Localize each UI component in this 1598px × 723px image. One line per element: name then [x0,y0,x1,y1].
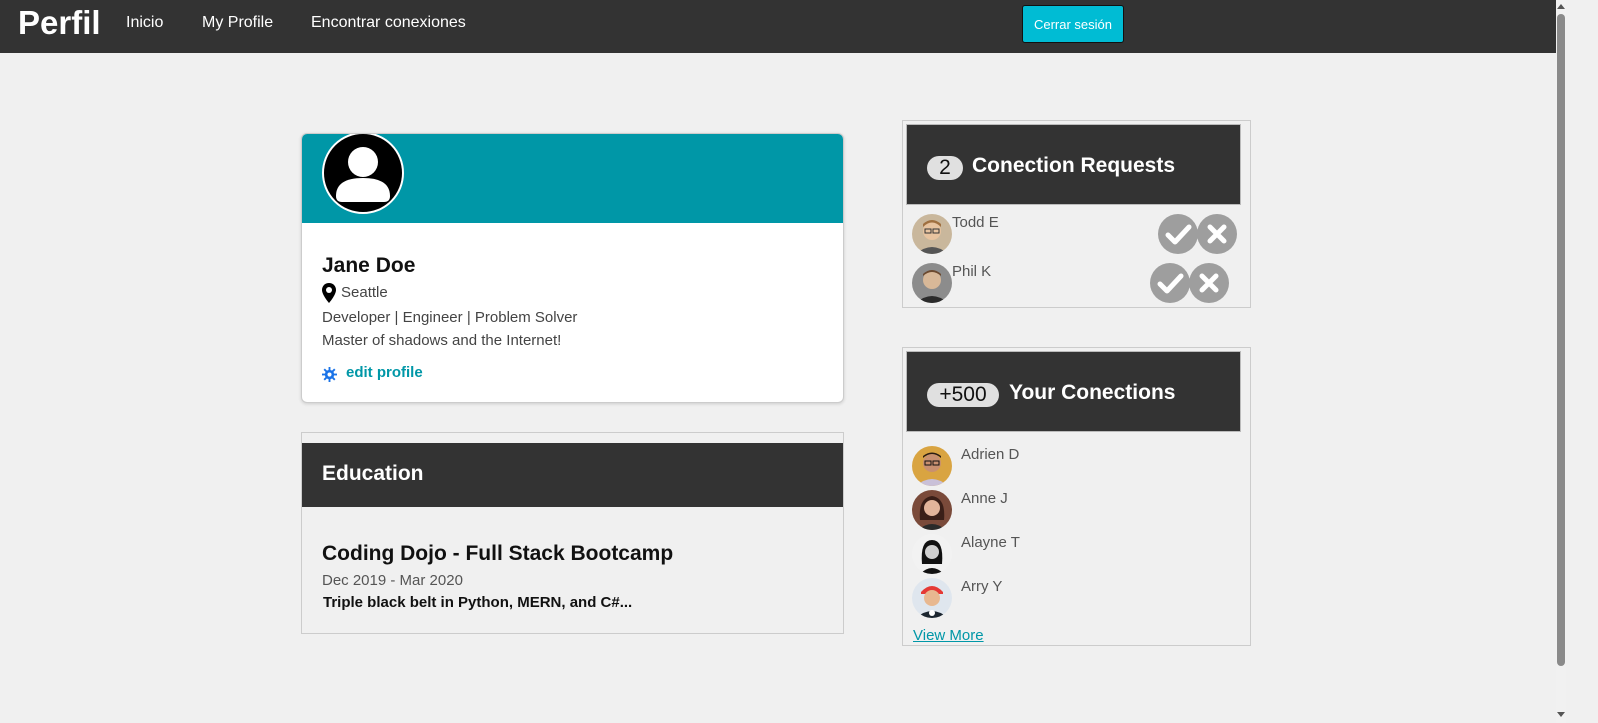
connection-name[interactable]: Arry Y [961,578,1002,595]
profile-headline: Developer | Engineer | Problem Solver [322,309,578,326]
nav-link-find-connections[interactable]: Encontrar conexiones [311,13,466,33]
avatar[interactable] [912,490,952,530]
education-header: Education [302,443,843,507]
education-title: Education [322,462,424,485]
requests-title: Conection Requests [972,154,1176,177]
avatar[interactable] [912,263,952,303]
requester-name[interactable]: Todd E [952,214,999,231]
connections-header: +500 Your Conections [906,351,1241,432]
decline-button[interactable] [1197,214,1237,254]
avatar[interactable] [912,214,952,254]
requests-count-badge: 2 [927,156,963,180]
accept-button[interactable] [1158,214,1198,254]
close-icon [1207,224,1227,244]
profile-card: Jane Doe Seattle Developer | Engineer | … [301,133,844,403]
decline-button[interactable] [1189,263,1229,303]
connection-name[interactable]: Alayne T [961,534,1020,551]
avatar[interactable] [912,446,952,486]
avatar[interactable] [912,534,952,574]
location-text: Seattle [341,284,388,301]
school-name: Coding Dojo - Full Stack Bootcamp [322,542,674,565]
education-dates: Dec 2019 - Mar 2020 [322,572,463,589]
default-avatar-icon [322,134,404,214]
scroll-down-arrow-icon[interactable] [1557,712,1565,717]
profile-bio: Master of shadows and the Internet! [322,332,562,349]
avatar[interactable] [912,578,952,618]
view-more-link[interactable]: View More [913,627,984,644]
connections-title: Your Conections [1009,381,1176,404]
check-icon [1165,224,1192,245]
requester-name[interactable]: Phil K [952,263,991,280]
nav-link-inicio[interactable]: Inicio [126,13,163,33]
connections-count-badge: +500 [927,383,999,407]
scroll-up-arrow-icon[interactable] [1557,4,1565,9]
logout-button[interactable]: Cerrar sesión [1022,5,1124,43]
nav-link-my-profile[interactable]: My Profile [202,13,273,33]
connection-requests-panel: 2 Conection Requests Todd E Phil K [902,120,1251,308]
close-icon [1199,273,1219,293]
education-description: Triple black belt in Python, MERN, and C… [323,594,633,611]
connection-name[interactable]: Anne J [961,490,1008,507]
connections-panel: +500 Your Conections Adrien D Anne J Ala… [902,347,1251,646]
requests-header: 2 Conection Requests [906,124,1241,205]
check-icon [1157,273,1184,294]
page-scrollbar[interactable] [1556,0,1566,723]
brand-logo[interactable]: Perfil [18,3,101,43]
scrollbar-thumb[interactable] [1557,14,1565,666]
map-pin-icon [322,283,336,308]
education-card: Education Coding Dojo - Full Stack Bootc… [301,432,844,634]
profile-name: Jane Doe [322,254,416,277]
edit-profile-label[interactable]: edit profile [346,364,423,381]
top-navbar: Perfil Inicio My Profile Encontrar conex… [0,0,1556,53]
accept-button[interactable] [1150,263,1190,303]
gear-icon [322,367,337,387]
connection-name[interactable]: Adrien D [961,446,1019,463]
